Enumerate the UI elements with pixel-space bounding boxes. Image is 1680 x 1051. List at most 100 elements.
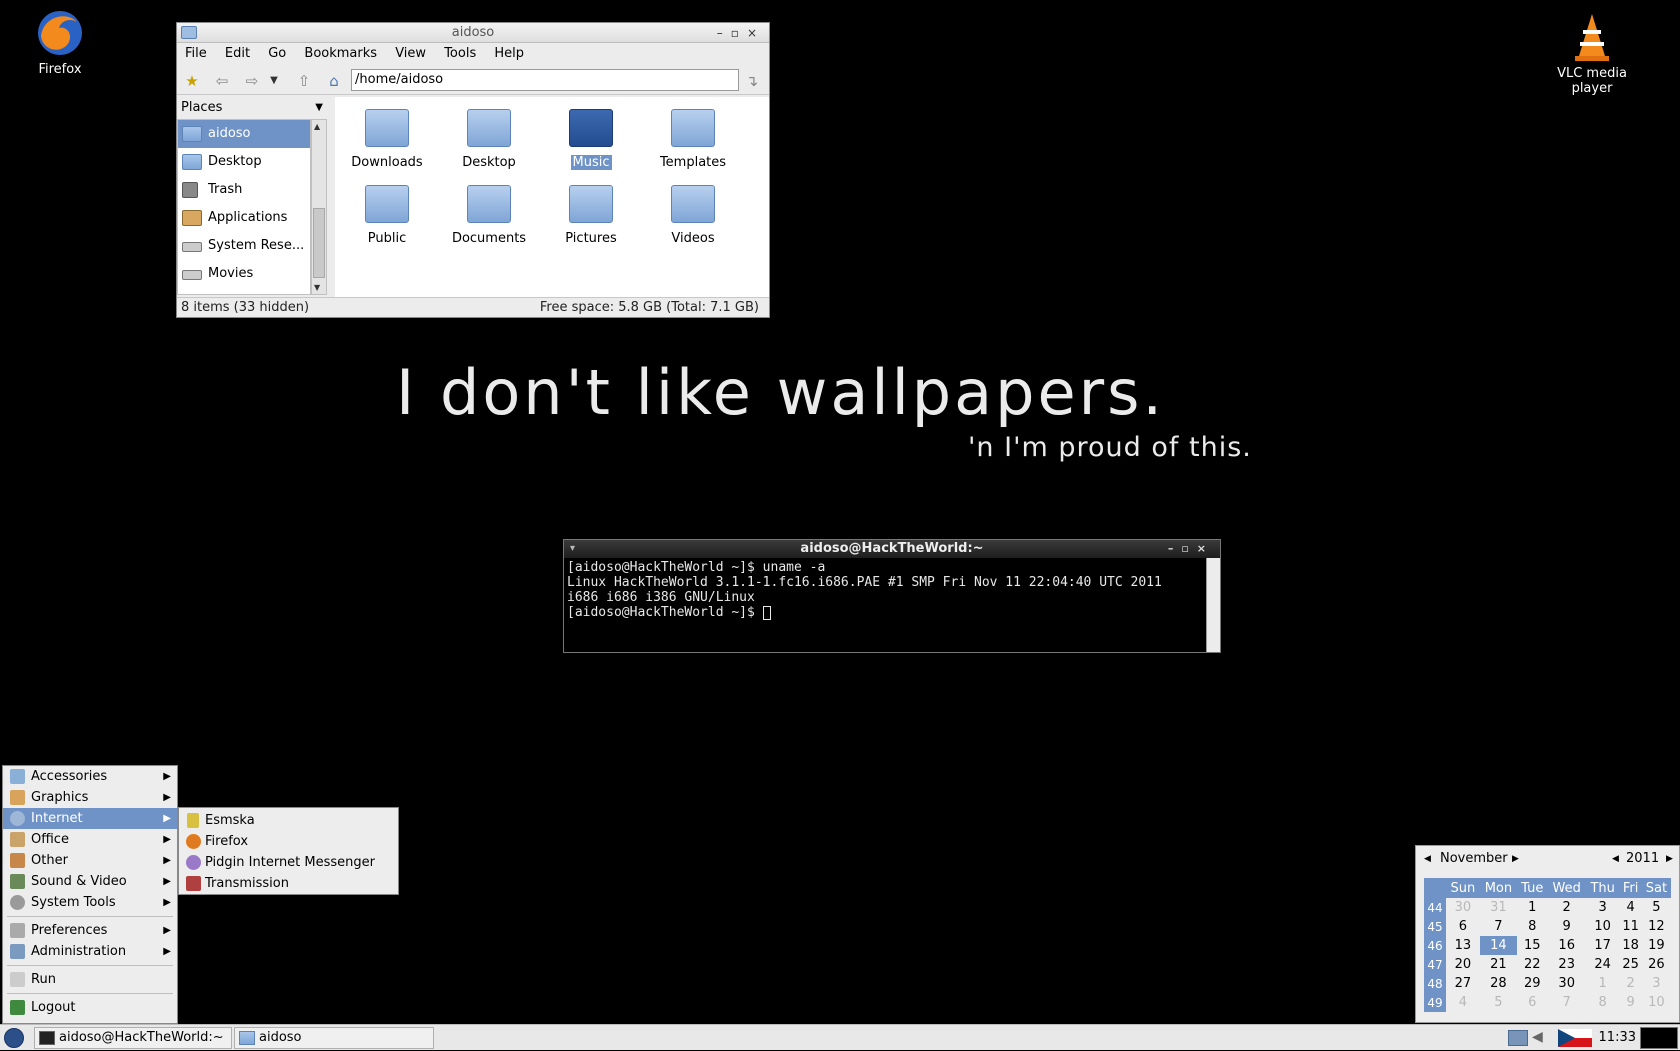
calendar-day[interactable]: 5 [1642, 898, 1671, 917]
taskbar-task-terminal[interactable]: aidoso@HackTheWorld:~ [34, 1027, 232, 1049]
calendar-day[interactable]: 1 [1586, 974, 1619, 993]
calendar-day[interactable]: 10 [1642, 993, 1671, 1012]
calendar-day[interactable]: 22 [1517, 955, 1547, 974]
calendar-day[interactable]: 28 [1480, 974, 1517, 993]
minimize-icon[interactable]: – [717, 26, 731, 40]
calendar-day[interactable]: 16 [1547, 936, 1586, 955]
places-item-trash[interactable]: Trash [178, 176, 310, 204]
folder-documents[interactable]: Documents [439, 185, 539, 246]
calendar-day[interactable]: 3 [1586, 898, 1619, 917]
calendar-day[interactable]: 27 [1446, 974, 1480, 993]
scroll-up-icon[interactable]: ▲ [314, 122, 320, 131]
prev-month-icon[interactable]: ◀ [1424, 846, 1431, 872]
close-icon[interactable]: × [747, 26, 765, 40]
terminal-output[interactable]: [aidoso@HackTheWorld ~]$ uname -a Linux … [564, 558, 1200, 622]
places-selector[interactable]: Places ▼ [177, 97, 329, 119]
menu-item-other[interactable]: Other ▶ [3, 850, 177, 871]
maximize-icon[interactable]: ▫ [1181, 542, 1196, 555]
calendar-day[interactable]: 6 [1517, 993, 1547, 1012]
menu-item-preferences[interactable]: Preferences ▶ [3, 920, 177, 941]
menu-item-accessories[interactable]: Accessories ▶ [3, 766, 177, 787]
calendar-day[interactable]: 23 [1547, 955, 1586, 974]
calendar-day[interactable]: 30 [1446, 898, 1480, 917]
folder-desktop[interactable]: Desktop [439, 109, 539, 170]
menu-edit[interactable]: Edit [225, 46, 250, 61]
desktop-icon-vlc[interactable]: VLC media player [1542, 12, 1642, 96]
calendar-day[interactable]: 15 [1517, 936, 1547, 955]
submenu-item-firefox[interactable]: Firefox [179, 831, 398, 852]
calendar-day[interactable]: 11 [1619, 917, 1642, 936]
folder-pictures[interactable]: Pictures [541, 185, 641, 246]
terminal-titlebar[interactable]: ▾ aidoso@HackTheWorld:~ –▫× [564, 540, 1220, 558]
calendar-day[interactable]: 10 [1586, 917, 1619, 936]
folder-videos[interactable]: Videos [643, 185, 743, 246]
calendar-day[interactable]: 25 [1619, 955, 1642, 974]
next-year-icon[interactable]: ▶ [1666, 846, 1673, 872]
places-item-aidoso[interactable]: aidoso [178, 120, 310, 148]
file-manager-titlebar[interactable]: aidoso –▫× [177, 23, 769, 43]
menu-file[interactable]: File [185, 46, 207, 61]
menu-item-internet[interactable]: Internet ▶ [3, 808, 177, 829]
folder-public[interactable]: Public [337, 185, 437, 246]
calendar-day[interactable]: 30 [1547, 974, 1586, 993]
forward-icon[interactable]: ⇨ [243, 72, 261, 90]
maximize-icon[interactable]: ▫ [731, 26, 747, 40]
folder-music[interactable]: Music [541, 109, 641, 170]
calendar-day[interactable]: 4 [1619, 898, 1642, 917]
desktop-icon-firefox[interactable]: Firefox [10, 8, 110, 77]
prev-year-icon[interactable]: ◀ [1612, 846, 1619, 872]
calendar-day[interactable]: 9 [1547, 917, 1586, 936]
home-icon[interactable]: ⌂ [325, 72, 343, 90]
window-menu-icon[interactable]: ▾ [570, 540, 575, 558]
fedora-menu-icon[interactable] [4, 1028, 24, 1048]
places-scrollbar[interactable]: ▲ ▼ [311, 119, 327, 295]
menu-help[interactable]: Help [494, 46, 524, 61]
calendar-day[interactable]: 8 [1586, 993, 1619, 1012]
clock[interactable]: 11:33 [1599, 1025, 1636, 1051]
go-icon[interactable]: ↴ [743, 72, 761, 90]
calendar-day[interactable]: 17 [1586, 936, 1619, 955]
calendar-day[interactable]: 8 [1517, 917, 1547, 936]
calendar-day[interactable]: 2 [1619, 974, 1642, 993]
new-tab-icon[interactable]: ★ [183, 72, 201, 90]
up-icon[interactable]: ⇧ [295, 72, 313, 90]
submenu-item-esmska[interactable]: Esmska [179, 810, 398, 831]
calendar-day[interactable]: 14 [1479, 936, 1518, 955]
places-item-system-reserved[interactable]: System Rese... [178, 232, 310, 260]
calendar-day[interactable]: 1 [1517, 898, 1547, 917]
calendar-day[interactable]: 3 [1642, 974, 1671, 993]
network-icon[interactable] [1508, 1030, 1528, 1046]
menu-item-run[interactable]: Run [3, 969, 177, 990]
calendar-day[interactable]: 7 [1547, 993, 1586, 1012]
menu-go[interactable]: Go [268, 46, 286, 61]
close-icon[interactable]: × [1197, 542, 1214, 555]
menu-bookmarks[interactable]: Bookmarks [304, 46, 377, 61]
calendar-day[interactable]: 6 [1446, 917, 1480, 936]
calendar-day[interactable]: 12 [1642, 917, 1671, 936]
calendar-day[interactable]: 19 [1642, 936, 1671, 955]
calendar-day[interactable]: 26 [1642, 955, 1671, 974]
submenu-item-pidgin[interactable]: Pidgin Internet Messenger [179, 852, 398, 873]
calendar-day[interactable]: 31 [1480, 898, 1517, 917]
submenu-item-transmission[interactable]: Transmission [179, 873, 398, 894]
places-item-applications[interactable]: Applications [178, 204, 310, 232]
menu-item-logout[interactable]: Logout [3, 997, 177, 1018]
keyboard-layout-flag-icon[interactable] [1558, 1029, 1592, 1047]
calendar-day[interactable]: 18 [1619, 936, 1642, 955]
calendar-day[interactable]: 9 [1619, 993, 1642, 1012]
menu-item-system-tools[interactable]: System Tools ▶ [3, 892, 177, 913]
calendar-day[interactable]: 21 [1480, 955, 1517, 974]
calendar-day[interactable]: 29 [1517, 974, 1547, 993]
menu-item-graphics[interactable]: Graphics ▶ [3, 787, 177, 808]
folder-downloads[interactable]: Downloads [337, 109, 437, 170]
location-input[interactable]: /home/aidoso [351, 69, 739, 91]
menu-item-sound-video[interactable]: Sound & Video ▶ [3, 871, 177, 892]
minimize-icon[interactable]: – [1168, 542, 1182, 555]
cpu-monitor[interactable] [1640, 1027, 1678, 1049]
menu-item-administration[interactable]: Administration ▶ [3, 941, 177, 962]
next-month-icon[interactable]: ▶ [1512, 846, 1519, 872]
volume-icon[interactable]: ◀ [1532, 1029, 1543, 1045]
calendar-day[interactable]: 7 [1480, 917, 1517, 936]
calendar-day[interactable]: 13 [1446, 936, 1480, 955]
places-item-movies[interactable]: Movies [178, 260, 310, 288]
